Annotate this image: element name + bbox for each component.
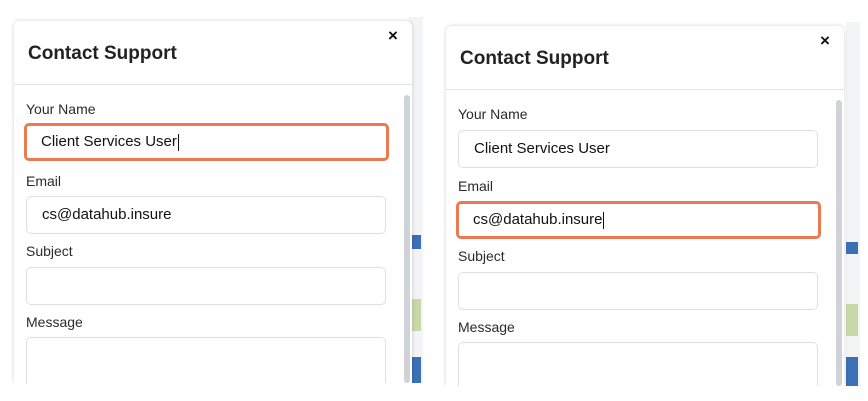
email-label: Email — [458, 178, 494, 194]
backdrop-green-block — [846, 304, 858, 336]
modal-header: Contact Support × — [14, 21, 412, 85]
backdrop-blue-block — [846, 357, 858, 386]
name-field[interactable]: Client Services User — [458, 130, 818, 168]
scrollbar[interactable] — [836, 100, 842, 386]
backdrop-blue-block — [846, 242, 858, 254]
name-field-value: Client Services User — [474, 140, 610, 157]
subject-label: Subject — [26, 243, 73, 259]
message-textarea[interactable] — [26, 337, 386, 383]
email-field-value: cs@datahub.insure — [473, 211, 603, 228]
text-caret — [603, 211, 605, 229]
modal-title: Contact Support — [460, 48, 609, 69]
email-field[interactable]: cs@datahub.insure — [456, 201, 821, 239]
modal-title: Contact Support — [28, 43, 177, 64]
close-icon[interactable]: × — [816, 32, 834, 50]
screenshot-panel-left: Contact Support × Your Name Client Servi… — [8, 17, 423, 383]
screenshot-panel-right: Contact Support × Your Name Client Servi… — [436, 22, 860, 386]
modal-body: Your Name Client Services User Email cs@… — [446, 90, 844, 386]
modal-header: Contact Support × — [446, 26, 844, 90]
subject-field[interactable] — [458, 272, 818, 310]
name-label: Your Name — [26, 101, 96, 117]
page-backdrop — [846, 22, 860, 386]
subject-label: Subject — [458, 248, 505, 264]
text-caret — [177, 133, 179, 151]
message-textarea[interactable] — [458, 342, 818, 386]
message-label: Message — [26, 314, 83, 330]
scrollbar[interactable] — [404, 95, 410, 383]
contact-support-modal: Contact Support × Your Name Client Servi… — [446, 26, 844, 386]
name-field[interactable]: Client Services User — [24, 123, 389, 161]
subject-field[interactable] — [26, 267, 386, 305]
close-icon[interactable]: × — [384, 27, 402, 45]
email-field-value: cs@datahub.insure — [42, 206, 172, 223]
name-label: Your Name — [458, 106, 528, 122]
email-field[interactable]: cs@datahub.insure — [26, 196, 386, 234]
message-label: Message — [458, 319, 515, 335]
modal-body: Your Name Client Services User Email cs@… — [14, 85, 412, 383]
contact-support-modal: Contact Support × Your Name Client Servi… — [14, 21, 412, 383]
name-field-value: Client Services User — [41, 133, 177, 150]
email-label: Email — [26, 173, 62, 189]
